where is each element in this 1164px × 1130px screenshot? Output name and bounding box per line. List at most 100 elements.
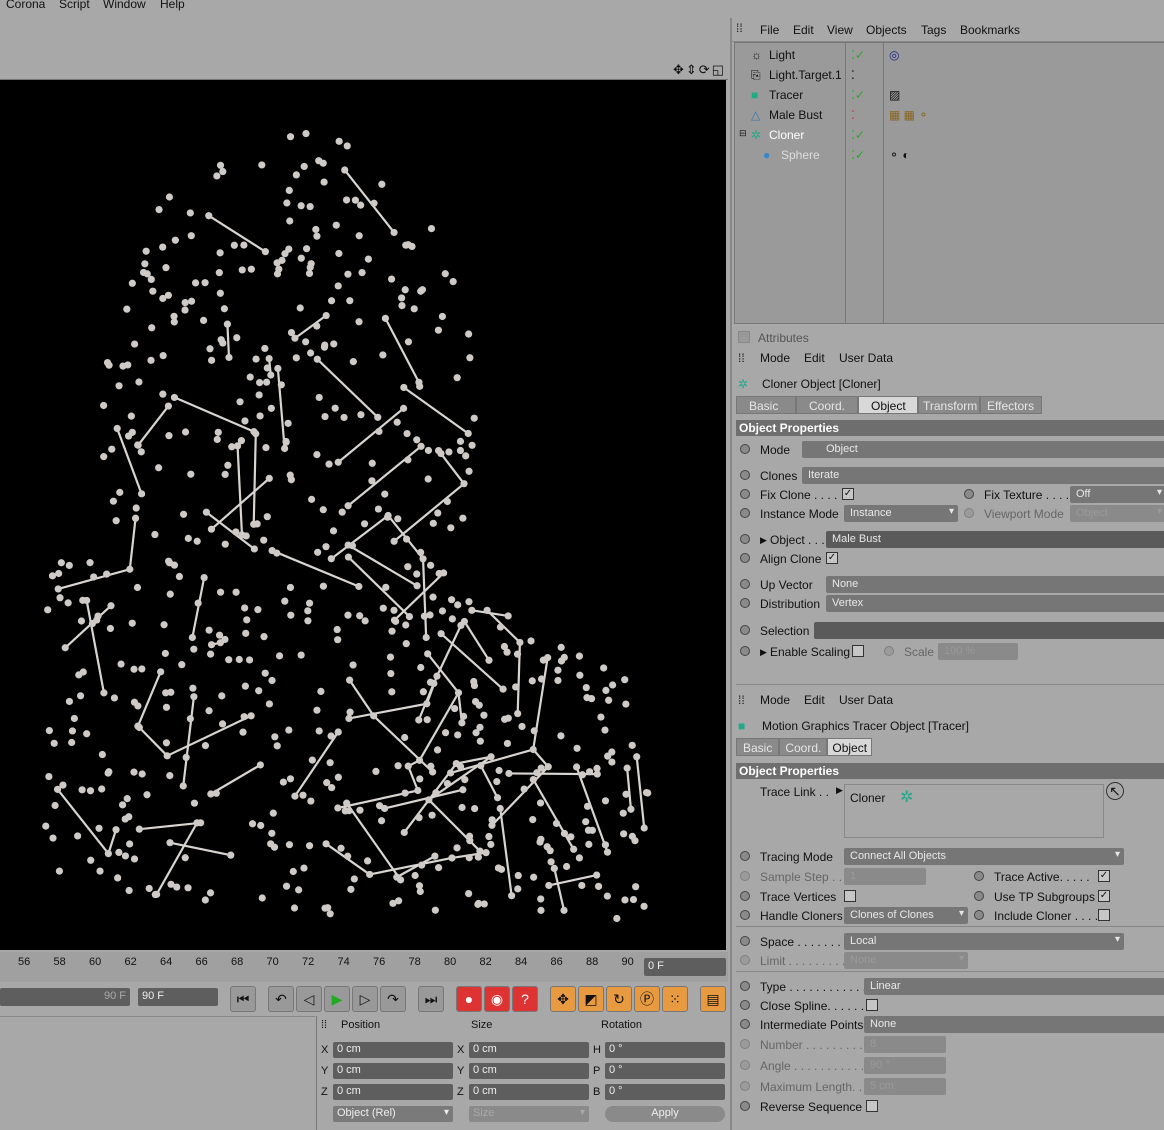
menu-help[interactable]: Help bbox=[160, 0, 185, 11]
object-name[interactable]: Cloner bbox=[769, 128, 804, 142]
go-to-end-icon[interactable]: ⏭ bbox=[418, 986, 444, 1012]
anim-radio[interactable] bbox=[974, 891, 984, 901]
tab-object[interactable]: Object bbox=[858, 396, 918, 414]
space-select[interactable]: Local bbox=[844, 933, 1124, 950]
anim-radio[interactable] bbox=[740, 534, 750, 544]
viewport-mode-select[interactable]: Object bbox=[1070, 505, 1164, 522]
attr-menu-edit[interactable]: Edit bbox=[804, 351, 825, 365]
anim-radio[interactable] bbox=[740, 891, 750, 901]
visibility-icon[interactable]: ⁚✓ bbox=[851, 148, 865, 162]
attr-menu-mode[interactable]: Mode bbox=[760, 693, 790, 707]
attr-menu-userdata[interactable]: User Data bbox=[839, 351, 893, 365]
rot-p-field[interactable]: 0 ° bbox=[605, 1063, 725, 1079]
om-menu-objects[interactable]: Objects bbox=[866, 23, 907, 37]
visibility-icon[interactable]: ⁚✓ bbox=[851, 88, 865, 102]
handle-cloners-select[interactable]: Clones of Clones bbox=[844, 907, 968, 924]
visibility-icon[interactable]: ⁚ bbox=[851, 108, 855, 122]
anim-radio[interactable] bbox=[740, 955, 750, 965]
instance-mode-select[interactable]: Instance bbox=[844, 505, 958, 522]
angle-field[interactable]: 90 ° bbox=[864, 1057, 946, 1074]
anim-radio[interactable] bbox=[974, 910, 984, 920]
include-cloner-checkbox[interactable] bbox=[1098, 909, 1110, 921]
object-link-field[interactable]: Male Bust bbox=[826, 531, 1164, 548]
collapse-icon[interactable]: ⊟ bbox=[739, 128, 747, 139]
om-menu-file[interactable]: File bbox=[760, 23, 779, 37]
anim-radio[interactable] bbox=[884, 646, 894, 656]
om-menu-bookmarks[interactable]: Bookmarks bbox=[960, 23, 1020, 37]
current-frame-field[interactable]: 0 F bbox=[644, 958, 726, 976]
distribution-select[interactable]: Vertex bbox=[826, 595, 1164, 612]
anim-radio[interactable] bbox=[740, 1039, 750, 1049]
visibility-icon[interactable]: ⁚ bbox=[851, 68, 855, 82]
texture-tag-icon[interactable]: ▦ ▦ ⚬ bbox=[889, 108, 928, 122]
scale-key-icon[interactable]: ◩ bbox=[578, 986, 604, 1012]
anim-radio[interactable] bbox=[740, 470, 750, 480]
om-menu-edit[interactable]: Edit bbox=[793, 23, 814, 37]
next-key-icon[interactable]: ↷ bbox=[380, 986, 406, 1012]
size-z-field[interactable]: 0 cm bbox=[469, 1084, 589, 1100]
number-field[interactable]: 8 bbox=[864, 1036, 946, 1053]
rotate-icon[interactable]: ⟳ bbox=[699, 62, 710, 78]
pick-icon[interactable]: ↖ bbox=[1106, 782, 1124, 800]
pos-z-field[interactable]: 0 cm bbox=[333, 1084, 453, 1100]
end-frame-field[interactable]: 90 F bbox=[138, 988, 218, 1006]
pos-key-icon[interactable]: ✥ bbox=[550, 986, 576, 1012]
anim-radio[interactable] bbox=[740, 910, 750, 920]
pos-y-field[interactable]: 0 cm bbox=[333, 1063, 453, 1079]
anim-radio[interactable] bbox=[740, 598, 750, 608]
go-to-start-icon[interactable]: ⏮ bbox=[230, 986, 256, 1012]
fix-texture-select[interactable]: Off bbox=[1070, 486, 1164, 503]
param-key-icon[interactable]: Ⓟ bbox=[634, 986, 660, 1012]
scale-field[interactable]: 100 % bbox=[938, 643, 1018, 660]
tab-coord[interactable]: Coord. bbox=[796, 396, 858, 414]
coord-mode-select[interactable]: Object (Rel) bbox=[333, 1106, 453, 1122]
expand-icon[interactable]: ▶ bbox=[760, 535, 767, 546]
anim-radio[interactable] bbox=[964, 508, 974, 518]
trace-vertices-checkbox[interactable] bbox=[844, 890, 856, 902]
attr-tab-icon[interactable] bbox=[738, 331, 750, 343]
anim-radio[interactable] bbox=[964, 489, 974, 499]
rot-h-field[interactable]: 0 ° bbox=[605, 1042, 725, 1058]
visibility-icon[interactable]: ⁚✓ bbox=[851, 48, 865, 62]
menu-script[interactable]: Script bbox=[59, 0, 90, 11]
rot-b-field[interactable]: 0 ° bbox=[605, 1084, 725, 1100]
anim-radio[interactable] bbox=[740, 579, 750, 589]
max-length-field[interactable]: 5 cm bbox=[864, 1078, 946, 1095]
limit-select[interactable]: None bbox=[844, 952, 968, 969]
anim-radio[interactable] bbox=[740, 444, 750, 454]
object-row-light[interactable]: ☼ Light ⁚✓ ◎ bbox=[735, 45, 1164, 65]
trace-link-item[interactable]: Cloner bbox=[850, 791, 885, 805]
object-row-light-target[interactable]: ⎘ Light.Target.1 ⁚ bbox=[735, 65, 1164, 85]
timeline-ruler[interactable]: 56 58 60 62 64 66 68 70 72 74 76 78 80 82 84 86 88 90 0 F bbox=[0, 952, 728, 982]
anim-radio[interactable] bbox=[740, 1081, 750, 1091]
target-tag-icon[interactable]: ◎ bbox=[889, 48, 899, 62]
move-icon[interactable]: ✥ bbox=[673, 62, 684, 78]
attr-menu-userdata[interactable]: User Data bbox=[839, 693, 893, 707]
3d-viewport[interactable] bbox=[0, 80, 726, 950]
anim-radio[interactable] bbox=[740, 553, 750, 563]
expand-icon[interactable]: ▶ bbox=[836, 785, 843, 796]
visibility-icon[interactable]: ⁚✓ bbox=[851, 128, 865, 142]
attr-menu-mode[interactable]: Mode bbox=[760, 351, 790, 365]
anim-radio[interactable] bbox=[740, 1060, 750, 1070]
maximize-icon[interactable]: ◱ bbox=[712, 62, 724, 78]
enable-scaling-checkbox[interactable] bbox=[852, 645, 864, 657]
rot-key-icon[interactable]: ↻ bbox=[606, 986, 632, 1012]
material-tag-icon[interactable]: ▨ bbox=[889, 88, 900, 102]
anim-radio[interactable] bbox=[740, 489, 750, 499]
anim-radio[interactable] bbox=[740, 851, 750, 861]
tab-basic[interactable]: Basic bbox=[736, 396, 796, 414]
prev-key-icon[interactable]: ↶ bbox=[268, 986, 294, 1012]
apply-button[interactable]: Apply bbox=[605, 1106, 725, 1122]
tab-coord[interactable]: Coord. bbox=[779, 738, 828, 756]
anim-radio[interactable] bbox=[740, 1000, 750, 1010]
object-row-cloner[interactable]: ⊟ ✲ Cloner ⁚✓ bbox=[735, 125, 1164, 145]
clones-select[interactable]: Iterate bbox=[802, 467, 1164, 484]
close-spline-checkbox[interactable] bbox=[866, 999, 878, 1011]
tab-basic[interactable]: Basic bbox=[736, 738, 780, 756]
intermediate-points-select[interactable]: None bbox=[864, 1016, 1164, 1033]
type-select[interactable]: Linear bbox=[864, 978, 1164, 995]
align-clone-checkbox[interactable]: ✓ bbox=[826, 552, 838, 564]
anim-radio[interactable] bbox=[740, 1019, 750, 1029]
object-row-male-bust[interactable]: △ Male Bust ⁚ ▦ ▦ ⚬ bbox=[735, 105, 1164, 125]
